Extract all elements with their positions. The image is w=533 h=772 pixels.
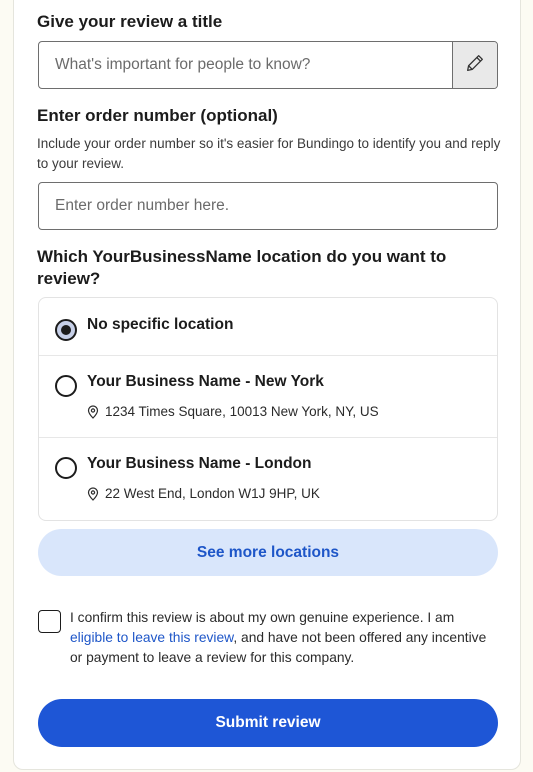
review-title-input[interactable]: [39, 42, 452, 88]
location-radio[interactable]: [55, 319, 77, 341]
location-question: Which YourBusinessName location do you w…: [37, 247, 447, 288]
location-list: No specific location Your Business Name …: [38, 297, 498, 521]
location-radio[interactable]: [55, 375, 77, 397]
location-option[interactable]: Your Business Name - London 22 West End,…: [39, 438, 497, 520]
confirm-text: I confirm this review is about my own ge…: [70, 608, 490, 668]
see-more-locations-button[interactable]: See more locations: [38, 529, 498, 576]
location-address: 1234 Times Square, 10013 New York, NY, U…: [105, 404, 379, 419]
confirm-text-before: I confirm this review is about my own ge…: [70, 610, 455, 625]
location-option[interactable]: No specific location: [39, 298, 497, 356]
location-address-row: 1234 Times Square, 10013 New York, NY, U…: [87, 403, 379, 421]
location-name: No specific location: [87, 316, 234, 333]
location-radio[interactable]: [55, 457, 77, 479]
map-pin-icon: [87, 487, 99, 501]
map-pin-icon: [87, 405, 99, 419]
location-name: Your Business Name - New York: [87, 373, 324, 390]
pencil-button[interactable]: [452, 42, 497, 88]
order-number-input[interactable]: [38, 182, 498, 230]
location-address-row: 22 West End, London W1J 9HP, UK: [87, 485, 320, 503]
location-option[interactable]: Your Business Name - New York 1234 Times…: [39, 356, 497, 438]
title-field-label: Give your review a title: [37, 12, 223, 31]
confirm-checkbox[interactable]: [38, 610, 61, 633]
title-field-group: [38, 41, 498, 89]
submit-review-button[interactable]: Submit review: [38, 699, 498, 747]
eligibility-link[interactable]: eligible to leave this review: [70, 630, 233, 645]
location-name: Your Business Name - London: [87, 455, 312, 472]
order-field-help: Include your order number so it's easier…: [37, 136, 501, 171]
pencil-icon: [464, 52, 486, 79]
location-address: 22 West End, London W1J 9HP, UK: [105, 486, 320, 501]
order-field-label: Enter order number (optional): [37, 106, 278, 125]
